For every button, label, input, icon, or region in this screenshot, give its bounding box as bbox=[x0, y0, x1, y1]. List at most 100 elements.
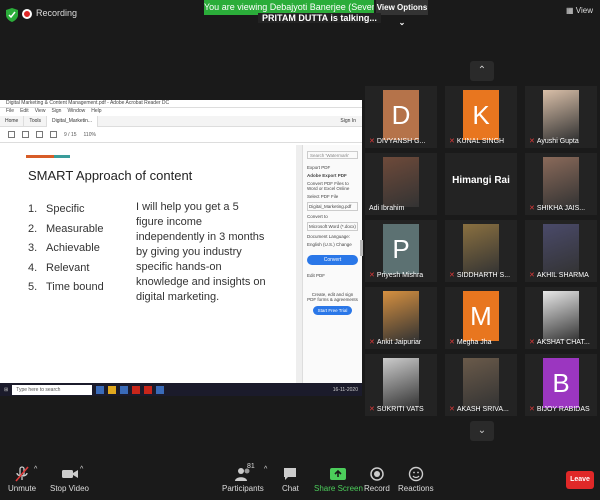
convert-button[interactable]: Convert bbox=[307, 255, 358, 265]
avatar-photo bbox=[463, 224, 499, 274]
smart-list: 1. Specific 2. Measurable 3. Achievable 4. R… bbox=[28, 200, 104, 298]
share-screen-button[interactable]: Share Screen bbox=[314, 466, 363, 493]
edge-icon[interactable] bbox=[120, 385, 129, 394]
page-number[interactable]: 9 / 15 bbox=[64, 132, 77, 138]
participant-name: ✕ SIDDHARTH S... bbox=[449, 272, 511, 279]
participant-tile[interactable]: P ✕ Priyesh Mishra bbox=[365, 220, 437, 282]
language-value[interactable]: English (U.S.) Change bbox=[307, 242, 358, 247]
tab-home[interactable]: Home bbox=[0, 115, 25, 127]
participant-tile[interactable]: D ✕ DIVYANSH G... bbox=[365, 86, 437, 148]
avatar: B bbox=[543, 358, 579, 408]
participant-tile[interactable]: ✕ Ayushi Gupta bbox=[525, 86, 597, 148]
tab-tools[interactable]: Tools bbox=[24, 115, 48, 127]
avatar: M bbox=[463, 291, 499, 341]
participant-tile[interactable]: ✕ SUKRITI VATS bbox=[365, 354, 437, 416]
participant-tile[interactable]: ✕ Ankit Jaipuriar bbox=[365, 287, 437, 349]
acrobat-toolbar: 9 / 15 110% bbox=[0, 127, 362, 143]
export-pdf-item[interactable]: Export PDF bbox=[307, 165, 358, 170]
participant-count: 81 bbox=[247, 463, 255, 470]
mic-muted-icon: ✕ bbox=[369, 406, 375, 413]
list-item: 2. Measurable bbox=[28, 222, 104, 235]
mic-muted-icon: ✕ bbox=[529, 339, 535, 346]
slide-title: SMART Approach of content bbox=[28, 168, 193, 183]
participant-tile[interactable]: ✕ AKHIL SHARMA bbox=[525, 220, 597, 282]
chat-icon bbox=[284, 468, 297, 480]
acrobat-tabs: Home Tools Digital_Marketin... Sign In bbox=[0, 115, 362, 127]
zoom-app-icon[interactable] bbox=[156, 385, 165, 394]
start-trial-button[interactable]: Start Free Trial bbox=[313, 306, 352, 315]
avatar-photo bbox=[383, 291, 419, 341]
participant-tile[interactable]: ✕ SIDDHARTH S... bbox=[445, 220, 517, 282]
search-icon[interactable] bbox=[50, 131, 57, 138]
participant-tile[interactable]: Adi Ibrahim bbox=[365, 153, 437, 215]
adobe-export-heading: Adobe Export PDF bbox=[307, 173, 347, 178]
participants-options-caret[interactable]: ^ bbox=[264, 466, 267, 473]
participant-tile[interactable]: M ✕ Megha Jha bbox=[445, 287, 517, 349]
avatar: K bbox=[463, 90, 499, 140]
mic-muted-icon: ✕ bbox=[449, 406, 455, 413]
avatar-photo bbox=[543, 157, 579, 207]
split-handle[interactable] bbox=[360, 240, 363, 256]
participant-name: ✕ SUKRITI VATS bbox=[369, 406, 424, 413]
accent-bar-teal bbox=[54, 155, 70, 158]
mic-muted-icon: ✕ bbox=[529, 406, 535, 413]
taskbar-search[interactable]: Type here to search bbox=[12, 384, 93, 395]
tool-search-input[interactable]: Search 'Watermark' bbox=[307, 151, 358, 159]
select-file-label: Select PDF File bbox=[307, 194, 339, 199]
video-camera-icon bbox=[61, 470, 78, 478]
acrobat-right-panel: Search 'Watermark' Export PDF Adobe Expo… bbox=[302, 145, 362, 385]
chevron-up-icon: ⌃ bbox=[477, 65, 487, 76]
accent-bar-orange bbox=[26, 155, 54, 158]
participant-tile[interactable]: ✕ AKSHAT CHAT... bbox=[525, 287, 597, 349]
avatar-photo bbox=[543, 90, 579, 140]
top-bar: Recording You are viewing Debajyoti Bane… bbox=[0, 0, 600, 30]
avatar-photo bbox=[543, 291, 579, 341]
file-name-field[interactable]: Digital_Marketing.pdf bbox=[307, 202, 358, 211]
edit-pdf-item[interactable]: Edit PDF bbox=[307, 273, 358, 278]
file-explorer-icon[interactable] bbox=[108, 385, 117, 394]
gallery-down-button[interactable]: ⌄ bbox=[470, 421, 494, 441]
windows-start-icon[interactable]: ⊞ bbox=[4, 387, 8, 393]
avatar: D bbox=[383, 90, 419, 140]
task-view-icon[interactable] bbox=[96, 385, 105, 394]
upload-icon[interactable] bbox=[22, 131, 29, 138]
audio-options-caret[interactable]: ^ bbox=[34, 466, 37, 473]
gallery-up-button[interactable]: ⌃ bbox=[470, 61, 494, 81]
view-button[interactable]: ▦ View bbox=[566, 6, 596, 20]
mic-muted-icon: ✕ bbox=[529, 272, 535, 279]
chrome-icon[interactable] bbox=[132, 385, 141, 394]
mic-muted-icon: ✕ bbox=[449, 272, 455, 279]
acrobat-icon[interactable] bbox=[144, 385, 153, 394]
chat-button[interactable]: Chat bbox=[282, 466, 299, 493]
list-item: 5. Time bound bbox=[28, 281, 104, 293]
tab-document[interactable]: Digital_Marketin... bbox=[47, 115, 99, 127]
microphone-muted-icon bbox=[15, 466, 29, 482]
participant-name: Adi Ibrahim bbox=[369, 205, 405, 212]
recording-label: Recording bbox=[36, 8, 78, 18]
participant-tile[interactable]: ✕ SHIKHA JAIS... bbox=[525, 153, 597, 215]
record-button[interactable]: Record bbox=[364, 466, 390, 493]
sign-in-link[interactable]: Sign In bbox=[340, 118, 362, 124]
zoom-level[interactable]: 110% bbox=[84, 132, 96, 138]
participant-tile[interactable]: K ✕ KUNAL SINGH bbox=[445, 86, 517, 148]
format-select[interactable]: Microsoft Word (*.docx) bbox=[307, 222, 358, 231]
shared-screen: Digital Marketing & Content Management.p… bbox=[0, 100, 362, 396]
unmute-button[interactable]: Unmute bbox=[8, 466, 36, 493]
participants-button[interactable]: Participants bbox=[222, 466, 264, 493]
mic-muted-icon: ✕ bbox=[449, 138, 455, 145]
convert-to-label: Convert to bbox=[307, 214, 328, 219]
list-item: 3. Achievable bbox=[28, 242, 100, 254]
chevron-down-icon: ⌄ bbox=[398, 18, 406, 27]
shield-icon[interactable] bbox=[6, 8, 18, 22]
print-icon[interactable] bbox=[36, 131, 43, 138]
participant-tile[interactable]: Himangi Rai bbox=[445, 153, 517, 215]
participant-name: ✕ BIJOY RABIDAS bbox=[529, 406, 590, 413]
leave-button[interactable]: Leave bbox=[566, 471, 594, 489]
video-options-caret[interactable]: ^ bbox=[80, 466, 83, 473]
view-options-button[interactable]: View Options ⌄ bbox=[376, 0, 428, 27]
reactions-button[interactable]: Reactions bbox=[398, 466, 434, 493]
participant-tile[interactable]: ✕ AKASH SRIVA... bbox=[445, 354, 517, 416]
doc-language-label: Document Language: bbox=[307, 234, 351, 239]
participant-tile[interactable]: B ✕ BIJOY RABIDAS bbox=[525, 354, 597, 416]
save-icon[interactable] bbox=[8, 131, 15, 138]
